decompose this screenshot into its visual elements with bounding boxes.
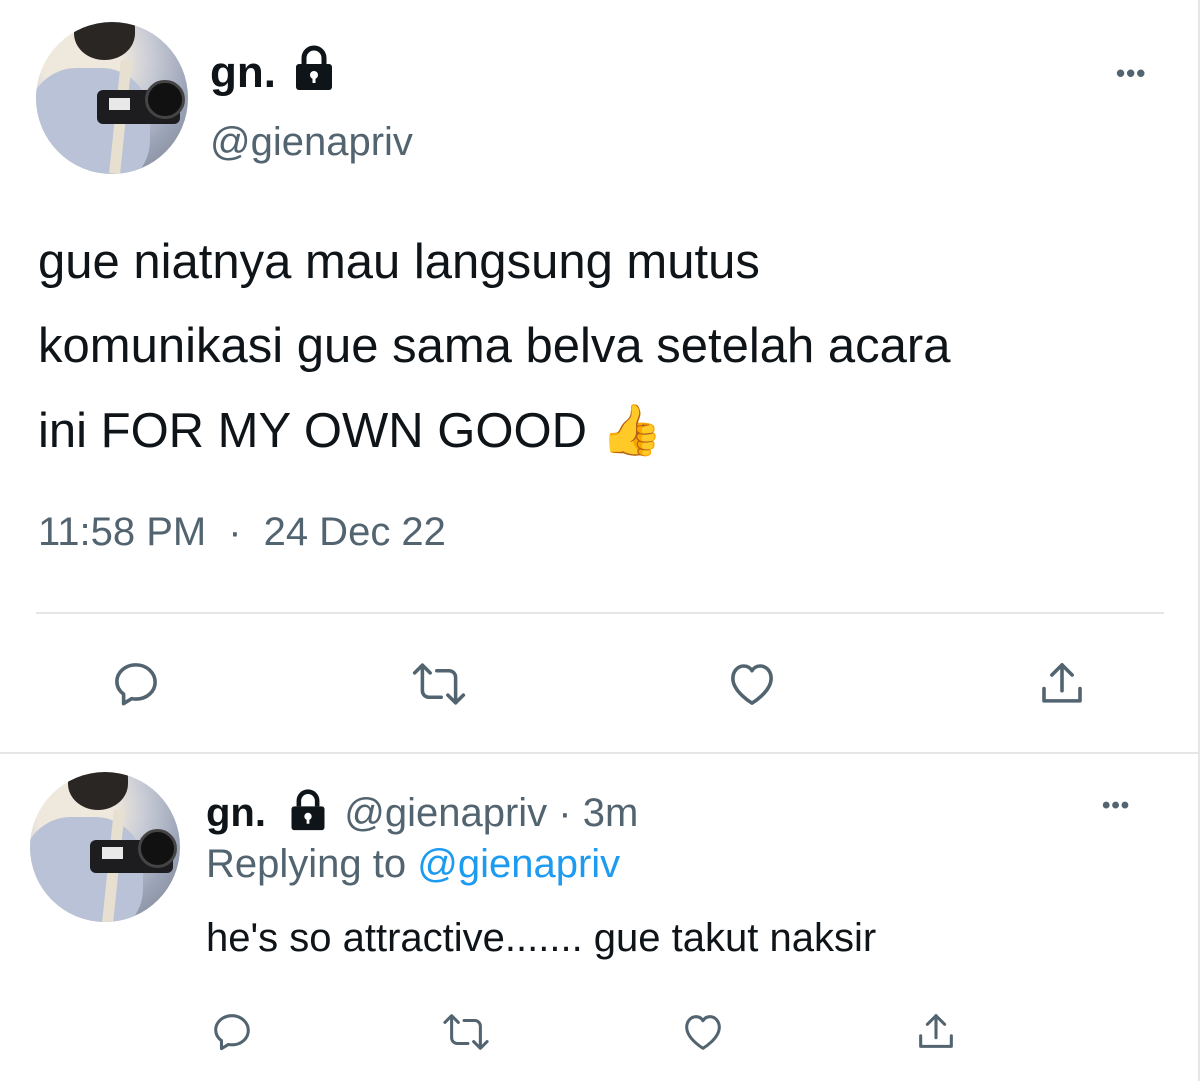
heart-icon bbox=[731, 664, 773, 705]
display-name[interactable]: gn. bbox=[206, 791, 266, 835]
replying-prefix: Replying to bbox=[206, 842, 407, 886]
avatar[interactable] bbox=[36, 22, 188, 174]
lock-icon bbox=[296, 45, 332, 90]
share-button[interactable] bbox=[910, 1006, 962, 1058]
reply-icon bbox=[214, 1014, 250, 1051]
tweet-line: komunikasi gue sama belva setelah acara bbox=[38, 319, 951, 373]
replying-to: Replying to @gienapriv bbox=[206, 842, 620, 887]
display-name[interactable]: gn. bbox=[210, 48, 276, 98]
tweet-line-text: ini FOR MY OWN GOOD bbox=[38, 404, 588, 458]
reply-header: gn. @gienapriv · 3m bbox=[206, 788, 638, 836]
divider bbox=[36, 612, 1164, 614]
share-icon bbox=[919, 1014, 953, 1048]
more-icon[interactable]: ••• bbox=[1116, 58, 1146, 89]
reply-icon bbox=[115, 663, 157, 706]
retweet-icon bbox=[412, 663, 466, 705]
avatar[interactable] bbox=[30, 772, 180, 922]
reply-button[interactable] bbox=[206, 1006, 258, 1058]
tweet-time: 11:58 PM bbox=[38, 510, 207, 554]
replying-handle-link[interactable]: @gienapriv bbox=[417, 842, 620, 886]
tweet-line: ini FOR MY OWN GOOD 👍 bbox=[38, 388, 1158, 473]
retweet-button[interactable] bbox=[404, 652, 474, 716]
tweet-date: 24 Dec 22 bbox=[263, 510, 446, 554]
retweet-button[interactable] bbox=[436, 1006, 496, 1058]
user-handle[interactable]: @gienapriv bbox=[344, 791, 547, 835]
retweet-icon bbox=[443, 1014, 489, 1050]
like-button[interactable] bbox=[720, 652, 784, 716]
reply-button[interactable] bbox=[104, 652, 168, 716]
tweet-age: · 3m bbox=[558, 791, 639, 835]
heart-icon bbox=[685, 1015, 721, 1050]
more-icon[interactable]: ••• bbox=[1102, 792, 1130, 820]
like-button[interactable] bbox=[676, 1006, 730, 1058]
tweet-line: gue niatnya mau langsung mutus bbox=[38, 235, 760, 289]
user-handle[interactable]: @gienapriv bbox=[210, 120, 413, 165]
section-separator bbox=[0, 752, 1198, 754]
tweet-timestamp[interactable]: 11:58 PM · 24 Dec 22 bbox=[38, 510, 446, 555]
share-icon bbox=[1042, 663, 1082, 703]
share-button[interactable] bbox=[1030, 652, 1094, 716]
meta-separator: · bbox=[228, 510, 242, 554]
reply-text: he's so attractive....... gue takut naks… bbox=[206, 916, 877, 960]
lock-icon bbox=[291, 789, 325, 831]
thumbs-up-emoji: 👍 bbox=[600, 402, 663, 458]
tweet-text: gue niatnya mau langsung mutus komunikas… bbox=[38, 220, 1158, 473]
